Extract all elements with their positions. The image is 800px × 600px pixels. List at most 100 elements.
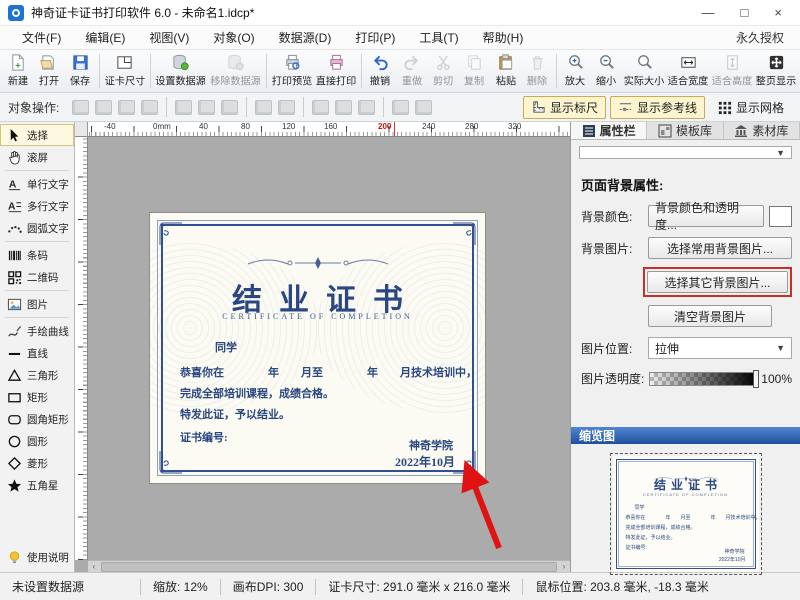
zoom-out-icon [597,53,616,72]
bg-other-image-button[interactable]: 选择其它背景图片... [647,271,788,293]
bg-common-image-button[interactable]: 选择常用背景图片... [648,237,792,259]
zoom-out-button[interactable]: 缩小 [591,51,622,91]
object-toolbar-label: 对象操作: [8,99,59,116]
ruler-corner [75,122,88,137]
tool-line[interactable]: 直线 [0,342,74,364]
bg-color-button[interactable]: 背景颜色和透明度... [648,205,764,227]
actual-size-icon [635,53,654,72]
certificate-title: 结业证书 [613,476,759,493]
menu-file[interactable]: 文件(F) [10,26,73,49]
menu-tools[interactable]: 工具(T) [407,26,470,49]
menu-view[interactable]: 视图(V) [137,26,201,49]
ruler-label: 280 [465,122,478,131]
tool-diamond[interactable]: 菱形 [0,452,74,474]
tool-multi-line-text[interactable]: A 多行文字 [0,195,74,217]
object-selector-dropdown[interactable]: ▼ [579,146,792,159]
tool-rounded-rectangle[interactable]: 圆角矩形 [0,408,74,430]
menu-datasource[interactable]: 数据源(D) [267,26,344,49]
delete-button: 删除 [521,51,552,91]
minimize-button[interactable]: — [702,5,715,20]
bg-clear-button[interactable]: 清空背景图片 [648,305,772,327]
actual-size-button[interactable]: 实际大小 [622,51,666,91]
maximize-button[interactable]: □ [741,5,749,20]
distribute-horizontal-icon [255,100,272,115]
close-button[interactable]: × [774,5,782,20]
scroll-right-icon[interactable]: › [558,562,570,571]
flourish-ornament [243,255,393,274]
tool-pan[interactable]: 滚屏 [0,146,74,168]
tool-rectangle[interactable]: 矩形 [0,386,74,408]
templates-icon [658,124,672,138]
panel-tabs: 属性栏 模板库 素材库 [571,122,800,140]
certificate-subtitle: CERTIFICATE OF COMPLETION [150,312,485,321]
design-canvas[interactable]: -40 0mm 40 80 120 160 200 240 280 320 [75,122,570,572]
thumbnail-preview[interactable]: 结业证书 CERTIFICATE OF COMPLETION 同学 恭喜你在 年… [613,456,759,572]
bg-color-swatch[interactable] [769,206,792,227]
fit-width-button[interactable]: 适合宽度 [666,51,710,91]
image-position-select[interactable]: 拉伸 ▼ [648,337,792,359]
set-datasource-button[interactable]: 设置数据源 [153,51,208,91]
triangle-icon [7,368,22,383]
tool-triangle[interactable]: 三角形 [0,364,74,386]
ruler-label-mouse: 200 [378,122,391,131]
tool-arc-text[interactable]: 圆弧文字 [0,217,74,239]
scroll-left-icon[interactable]: ‹ [88,562,100,571]
tab-templates[interactable]: 模板库 [647,122,723,139]
align-right-icon [221,100,238,115]
menu-print[interactable]: 打印(P) [343,26,407,49]
tool-barcode[interactable]: 条码 [0,244,74,266]
show-guides-toggle[interactable]: 显示参考线 [610,96,705,119]
open-button[interactable]: 打开 [33,51,64,91]
show-ruler-toggle[interactable]: 显示标尺 [523,96,606,119]
scrollbar-thumb[interactable] [101,562,557,572]
highlight-red-box: 选择其它背景图片... [643,267,792,297]
arc-text-icon [7,221,22,236]
lightbulb-icon [7,550,22,565]
tab-properties[interactable]: 属性栏 [571,122,647,139]
hand-icon [7,150,22,165]
ruler-label: 120 [282,122,295,131]
undo-icon [371,53,390,72]
paste-button[interactable]: 粘贴 [490,51,521,91]
card-size-button[interactable]: 证卡尺寸 [103,51,147,91]
zoom-in-button[interactable]: 放大 [559,51,590,91]
align-center-icon [198,100,215,115]
properties-icon [582,124,596,138]
new-button[interactable]: 新建 [2,51,33,91]
tool-circle[interactable]: 圆形 [0,430,74,452]
direct-print-button[interactable]: 直接打印 [314,51,358,91]
copy-icon [465,53,484,72]
save-button[interactable]: 保存 [65,51,96,91]
undo-button[interactable]: 撤销 [365,51,396,91]
remove-datasource-icon [226,53,245,72]
ruler-label: 0mm [153,122,171,131]
menu-object[interactable]: 对象(O) [201,26,266,49]
tool-freehand-curve[interactable]: 手绘曲线 [0,320,74,342]
print-preview-button[interactable]: 打印预览 [270,51,314,91]
help-button[interactable]: 使用说明 [0,546,74,568]
fit-height-button: 适合高度 [710,51,754,91]
menu-edit[interactable]: 编辑(E) [73,26,137,49]
ruler-label: 40 [199,122,208,131]
tool-star[interactable]: 五角星 [0,474,74,496]
opacity-slider[interactable] [649,372,757,386]
tool-single-line-text[interactable]: A 单行文字 [0,173,74,195]
status-card-size: 证卡尺寸: 291.0 毫米 x 216.0 毫米 [316,578,522,595]
tool-select[interactable]: 选择 [0,124,74,146]
save-floppy-icon [71,53,90,72]
align-bottom-icon [358,100,375,115]
tool-image[interactable]: 图片 [0,293,74,315]
horizontal-scrollbar[interactable]: ‹ › [88,560,570,572]
corner-ornament [451,221,477,247]
menu-help[interactable]: 帮助(H) [471,26,536,49]
opacity-slider-handle[interactable] [753,370,759,388]
window-title: 神奇证卡证书打印软件 6.0 - 未命名1.idcp* [31,4,254,21]
tab-materials[interactable]: 素材库 [724,122,800,139]
whole-page-button[interactable]: 整页显示 [754,51,798,91]
show-grid-toggle[interactable]: 显示网格 [709,96,792,119]
paste-icon [496,53,515,72]
image-position-label: 图片位置: [581,340,643,357]
tool-qrcode[interactable]: 二维码 [0,266,74,288]
certificate-page[interactable]: 结业证书 CERTIFICATE OF COMPLETION 同学 恭喜你在 年… [150,213,485,483]
vertical-ruler [75,137,88,560]
